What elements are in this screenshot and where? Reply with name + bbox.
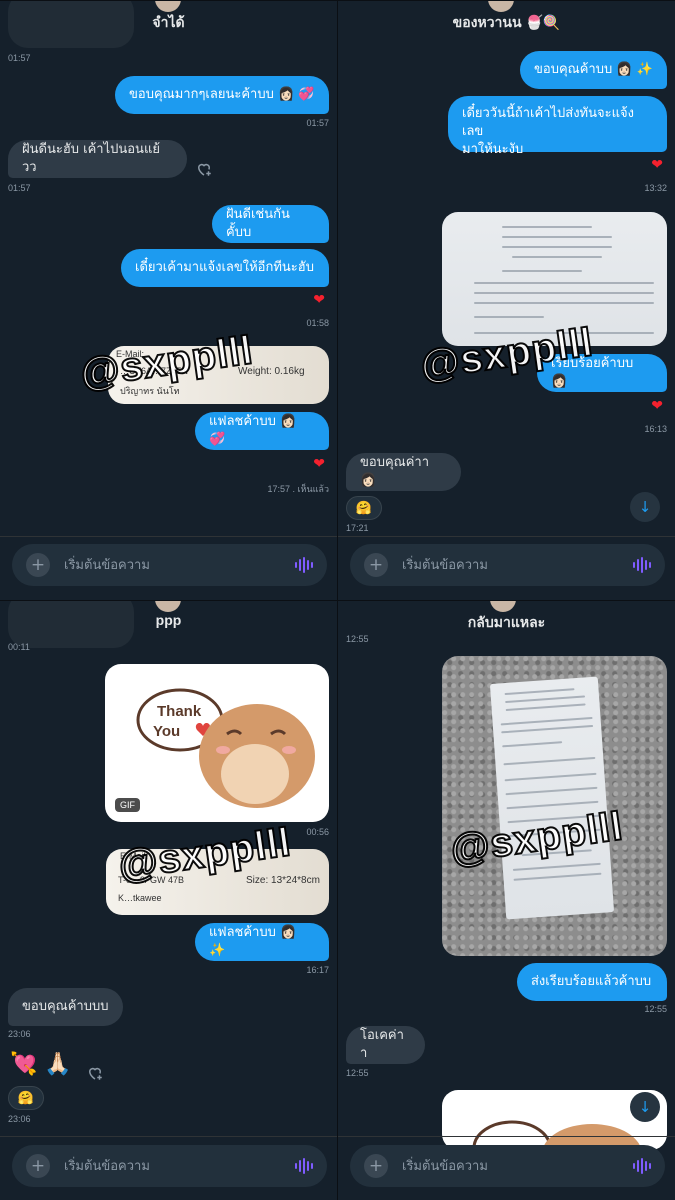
incoming-message[interactable]: ฝันดีนะฮับ เค้าไปนอนแย้วว [8, 140, 187, 178]
previous-message-bubble [8, 600, 134, 648]
message-composer: + [12, 1145, 327, 1187]
avatar[interactable] [488, 0, 514, 12]
emoji-message[interactable]: 💘 🙏🏻 [10, 1052, 72, 1077]
incoming-message[interactable]: ขอบคุณค้าบบบ [8, 988, 123, 1026]
sticker-text: Thank [157, 703, 202, 720]
incoming-message[interactable]: โอเคค่าา [346, 1026, 425, 1064]
outgoing-message[interactable]: ขอบคุณมากๆเลยนะค้าบบ 👩🏻 💞 [115, 76, 329, 114]
previous-message-bubble [8, 0, 134, 48]
message-time: 16:13 [644, 424, 667, 434]
voice-message-icon[interactable] [633, 1158, 651, 1174]
message-time: 17:21 [346, 523, 369, 533]
avatar[interactable] [490, 600, 516, 612]
message-time: 01:57 [306, 118, 329, 128]
message-time: 13:32 [644, 183, 667, 193]
message-time: 12:55 [644, 1004, 667, 1014]
message-time: 23:06 [8, 1029, 31, 1039]
chat-panel-3: ppp 00:11 Thank You GIF 00:56 E-Mail: T-… [0, 600, 337, 1200]
message-input[interactable] [402, 555, 612, 575]
heart-reaction-icon[interactable]: ❤ [651, 157, 663, 173]
message-input[interactable] [64, 555, 274, 575]
chat-panel-2: ของหวานน 🍧🍭 ขอบคุณค้าบบ 👩🏻 ✨ เดี๋ยววันนี… [338, 0, 675, 600]
message-line: เดี๋ยววันนี้ถ้าเค้าไปส่งทันจะแจ้งเลข [462, 106, 634, 139]
message-time: 01:57 [8, 53, 31, 63]
composer-divider [0, 1136, 337, 1137]
screenshot-grid: จำได้ 01:57 ขอบคุณมากๆเลยนะค้าบบ 👩🏻 💞 01… [0, 0, 675, 1200]
message-input[interactable] [402, 1156, 612, 1176]
seen-status: 17:57 . เห็นแล้ว [267, 484, 329, 494]
package-size: Size: 13*24*8cm [246, 875, 320, 886]
thank-you-gif[interactable]: Thank You GIF [105, 664, 329, 822]
message-input[interactable] [64, 1156, 274, 1176]
recipient-name: K…tkawee [118, 893, 162, 903]
svg-text:You: You [153, 723, 180, 740]
message-time: 16:17 [306, 965, 329, 975]
message-composer: + [350, 1145, 665, 1187]
gif-badge: GIF [115, 798, 140, 812]
reaction-badge[interactable]: 🤗 [346, 496, 382, 520]
avatar[interactable] [155, 600, 181, 612]
receipt-paper [489, 676, 615, 920]
message-composer: + [12, 544, 327, 586]
add-reaction-icon[interactable] [195, 160, 213, 178]
add-media-button[interactable]: + [364, 1154, 388, 1178]
contact-name[interactable]: กลับมาแหละ [338, 612, 675, 634]
composer-divider [338, 536, 675, 537]
message-time: 23:06 [8, 1114, 31, 1124]
incoming-message[interactable]: ขอบคุณค่าา 👩🏻 [346, 453, 461, 491]
message-time: 00:56 [306, 827, 329, 837]
heart-reaction-icon[interactable]: ❤ [313, 292, 325, 308]
voice-message-icon[interactable] [633, 557, 651, 573]
outgoing-message[interactable]: เดี๋ยวเค้ามาแจ้งเลขให้อีกทีนะฮับ [121, 249, 329, 287]
outgoing-message[interactable]: แฟลชค้าบบ 👩🏻 💞 [195, 412, 329, 450]
heart-reaction-icon[interactable]: ❤ [313, 456, 325, 472]
chat-panel-1: จำได้ 01:57 ขอบคุณมากๆเลยนะค้าบบ 👩🏻 💞 01… [0, 0, 337, 600]
message-time: 00:11 [8, 642, 30, 652]
heart-reaction-icon[interactable]: ❤ [651, 398, 663, 414]
message-time: 01:58 [306, 318, 329, 328]
outgoing-message[interactable]: ขอบคุณค้าบบ 👩🏻 ✨ [520, 51, 667, 89]
reaction-badge[interactable]: 🤗 [8, 1086, 44, 1110]
message-composer: + [350, 544, 665, 586]
voice-message-icon[interactable] [295, 557, 313, 573]
chat-panel-4: กลับมาแหละ 12:55 ส่งเรียบร้อยแล้วค้าบบ 1… [338, 600, 675, 1200]
receipt-photo[interactable] [442, 656, 667, 956]
contact-name[interactable]: ของหวานน 🍧🍭 [338, 12, 675, 34]
message-time: 12:55 [346, 1068, 369, 1078]
voice-message-icon[interactable] [295, 1158, 313, 1174]
message-time: 12:55 [346, 634, 369, 644]
message-line: มาให้นะงับ [462, 142, 524, 157]
composer-divider [0, 536, 337, 537]
scroll-down-button[interactable]: ↓ [630, 492, 660, 522]
add-media-button[interactable]: + [364, 553, 388, 577]
add-media-button[interactable]: + [26, 553, 50, 577]
outgoing-message[interactable]: แฟลชค้าบบ 👩🏻 ✨ [195, 923, 329, 961]
add-media-button[interactable]: + [26, 1154, 50, 1178]
outgoing-message[interactable]: ส่งเรียบร้อยแล้วค้าบบ [517, 963, 667, 1001]
add-reaction-icon[interactable] [86, 1064, 104, 1082]
message-time: 01:57 [8, 183, 31, 193]
outgoing-message[interactable]: เดี๋ยววันนี้ถ้าเค้าไปส่งทันจะแจ้งเลข มาใ… [448, 96, 667, 157]
composer-divider [338, 1136, 675, 1137]
scroll-down-button[interactable]: ↓ [630, 1092, 660, 1122]
outgoing-message[interactable]: ฝันดีเช่นกันคั้บบ [212, 205, 329, 243]
avatar[interactable] [155, 0, 181, 12]
